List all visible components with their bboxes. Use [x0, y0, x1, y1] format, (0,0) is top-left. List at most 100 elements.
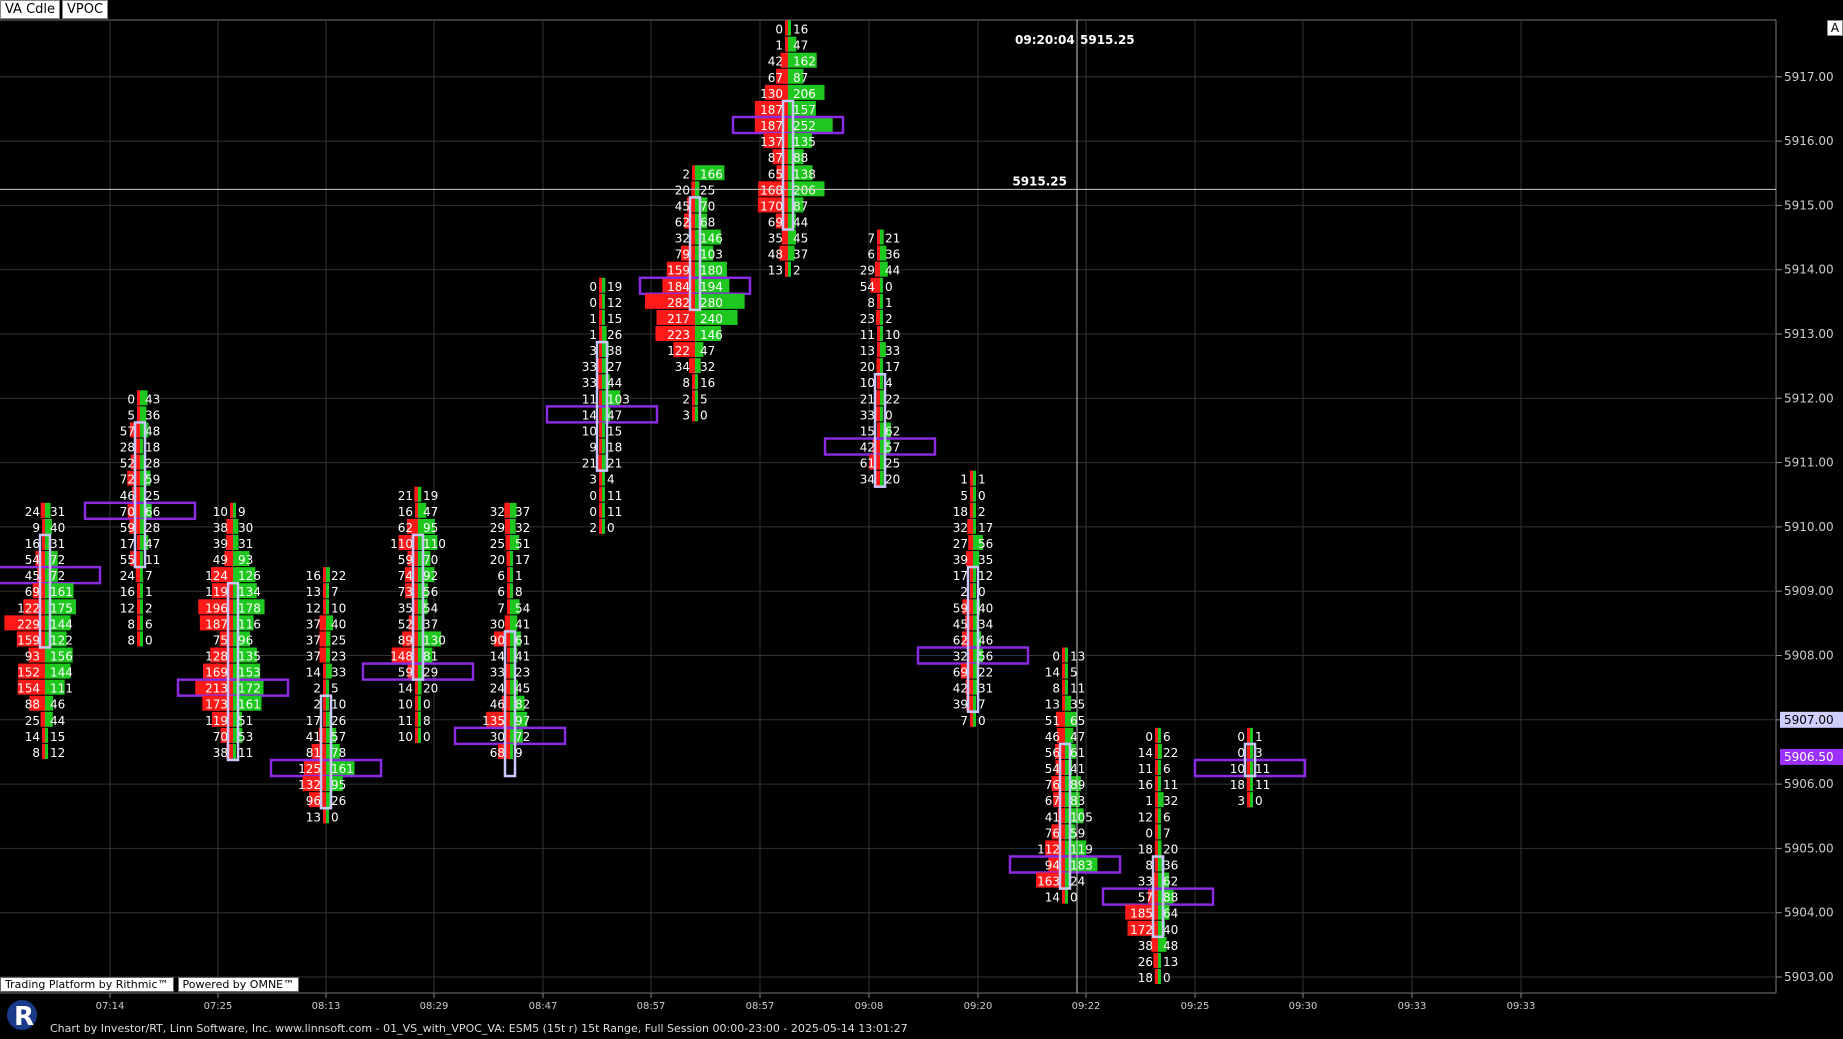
- bid-volume-label: 46: [490, 698, 505, 712]
- ask-volume-label: 19: [423, 489, 438, 503]
- ask-volume-label: 10: [885, 328, 900, 342]
- ask-volume-label: 47: [607, 408, 622, 422]
- bid-volume-label: 24: [490, 682, 505, 696]
- ask-volume-bar: [602, 309, 605, 325]
- ask-volume-bar: [1158, 840, 1162, 856]
- bid-volume-label: 59: [953, 601, 968, 615]
- bid-volume-label: 170: [760, 199, 783, 213]
- chart-tabs: VA Cdle VPOC: [0, 0, 109, 19]
- bid-volume-label: 20: [860, 360, 875, 374]
- bid-volume-label: 135: [482, 714, 505, 728]
- bid-volume-label: 21: [582, 457, 597, 471]
- bid-volume-label: 89: [398, 633, 413, 647]
- ask-volume-label: 45: [515, 682, 530, 696]
- bid-volume-label: 8: [867, 296, 875, 310]
- bid-volume-label: 125: [298, 762, 321, 776]
- ask-volume-label: 138: [793, 167, 816, 181]
- bid-volume-label: 42: [953, 682, 968, 696]
- bid-volume-label: 61: [860, 457, 875, 471]
- ask-volume-label: 17: [978, 521, 993, 535]
- bid-volume-label: 1: [589, 328, 597, 342]
- ask-volume-bar: [973, 695, 976, 711]
- bid-volume-label: 48: [768, 248, 783, 262]
- bid-volume-label: 37: [306, 650, 321, 664]
- ask-volume-label: 144: [50, 617, 73, 631]
- bid-volume-label: 7: [867, 232, 875, 246]
- bid-volume-bar: [1155, 824, 1158, 840]
- ask-volume-bar: [418, 679, 422, 695]
- bid-volume-label: 35: [768, 232, 783, 246]
- ask-volume-label: 240: [700, 312, 723, 326]
- rithmic-badge: Trading Platform by Rithmic™: [0, 977, 174, 992]
- bid-volume-label: 29: [490, 521, 505, 535]
- bid-volume-label: 23: [860, 312, 875, 326]
- ask-volume-label: 153: [238, 666, 261, 680]
- ask-volume-label: 32: [1163, 794, 1178, 808]
- ask-volume-label: 5: [1070, 666, 1078, 680]
- bid-volume-label: 68: [490, 746, 505, 760]
- ask-volume-label: 7: [331, 585, 339, 599]
- bid-volume-label: 10: [582, 424, 597, 438]
- ask-volume-bar: [1158, 727, 1161, 743]
- ask-volume-label: 162: [793, 55, 816, 69]
- ask-volume-label: 59: [145, 473, 160, 487]
- time-tick-label: 09:20: [964, 1001, 993, 1012]
- ask-volume-label: 66: [145, 505, 160, 519]
- time-tick-label: 09:08: [855, 1001, 884, 1012]
- bid-volume-bar: [322, 711, 326, 727]
- footprint-bar: 1 15 018 232 1727 5639 3517 122 059 4045 3462 4632 5…: [916, 470, 1030, 728]
- ask-volume-label: 78: [331, 746, 346, 760]
- bid-volume-label: 62: [675, 215, 690, 229]
- ask-volume-bar: [140, 631, 143, 647]
- bid-volume-bar: [415, 727, 418, 743]
- bid-volume-bar: [1062, 679, 1065, 695]
- ask-volume-label: 7: [1163, 826, 1171, 840]
- bid-volume-label: 93: [25, 650, 40, 664]
- time-tick-label: 08:57: [637, 1001, 666, 1012]
- bid-volume-label: 30: [490, 617, 505, 631]
- ask-volume-bar: [418, 695, 421, 711]
- chart-canvas[interactable]: 24 319 4016 3154 7245 7269 161122 175229 144159 1…: [0, 0, 1843, 1035]
- autoscale-button[interactable]: A: [1827, 20, 1843, 36]
- bid-volume-label: 69: [25, 585, 40, 599]
- bid-volume-label: 73: [398, 585, 413, 599]
- ask-volume-label: 22: [885, 392, 900, 406]
- ask-volume-bar: [1065, 872, 1070, 888]
- price-tick-label: 5909.00: [1784, 584, 1834, 598]
- ask-volume-label: 20: [1163, 842, 1178, 856]
- ask-volume-label: 1: [1255, 730, 1263, 744]
- bid-volume-label: 18: [1138, 842, 1153, 856]
- ask-volume-label: 95: [423, 521, 438, 535]
- bid-volume-bar: [1155, 727, 1158, 743]
- ask-volume-bar: [510, 663, 515, 679]
- tab-va-candle[interactable]: VA Cdle: [0, 0, 61, 19]
- footprint-bar: 21 1916 4762 95110 11059 7074 9273 5635 5452 3789…: [361, 486, 475, 744]
- footprint-bar: 24 31 9 40 16 31 54 72 45 72 69 161 122 175 229 144 159 1…: [0, 502, 102, 760]
- ask-volume-label: 51: [515, 537, 530, 551]
- ask-volume-bar: [418, 727, 421, 743]
- bid-volume-label: 229: [17, 617, 40, 631]
- ask-volume-label: 0: [607, 521, 615, 535]
- ask-volume-label: 33: [331, 666, 346, 680]
- footprint-chart[interactable]: 24 31 9 40 16 31 54 72 45 72 69 161 122 175 229 144 159 1…: [0, 0, 1843, 1035]
- bid-volume-label: 37: [306, 633, 321, 647]
- ask-volume-label: 40: [978, 601, 993, 615]
- bid-volume-label: 112: [1037, 842, 1060, 856]
- bid-volume-label: 10: [860, 376, 875, 390]
- ask-volume-bar: [880, 326, 883, 341]
- bid-volume-bar: [1062, 663, 1065, 679]
- ask-volume-label: 41: [515, 650, 530, 664]
- ask-volume-label: 9: [238, 505, 246, 519]
- ask-volume-label: 10: [331, 601, 346, 615]
- bid-volume-label: 76: [1045, 826, 1060, 840]
- ask-volume-label: 252: [793, 119, 816, 133]
- ask-volume-label: 0: [1163, 971, 1171, 985]
- bid-volume-label: 65: [768, 167, 783, 181]
- ask-volume-label: 15: [50, 730, 65, 744]
- tab-vpoc[interactable]: VPOC: [62, 0, 109, 19]
- ask-volume-label: 130: [423, 633, 446, 647]
- ask-volume-label: 38: [607, 344, 622, 358]
- bid-volume-bar: [507, 567, 510, 583]
- ask-volume-label: 96: [238, 633, 253, 647]
- ask-volume-label: 15: [607, 424, 622, 438]
